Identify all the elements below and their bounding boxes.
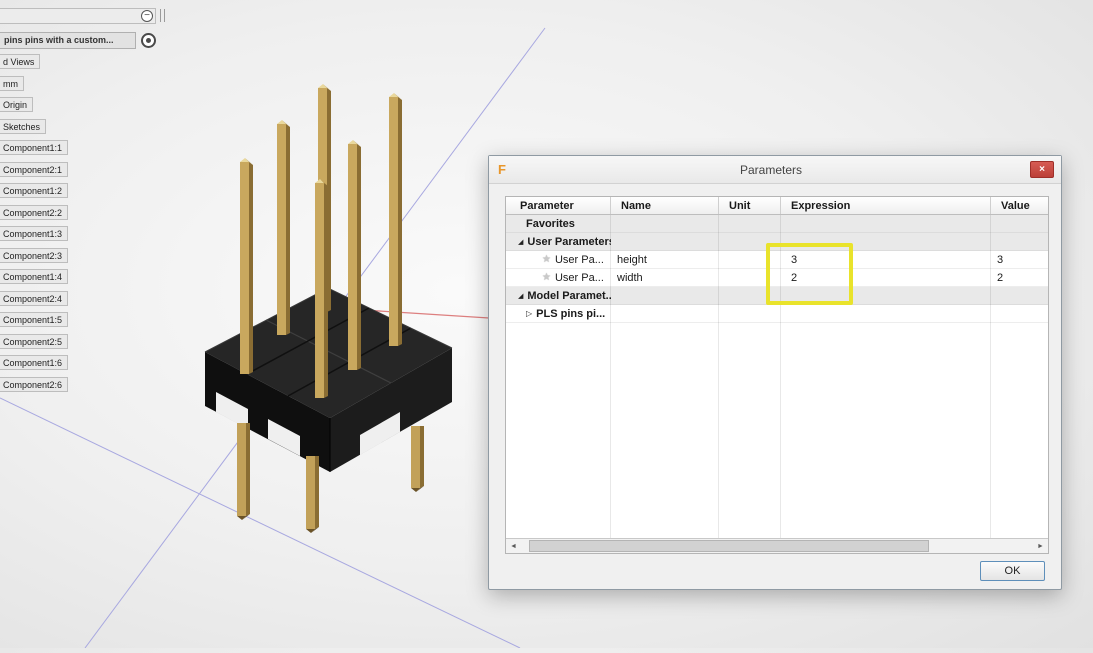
collapse-icon[interactable]: ▷ [526,309,532,318]
document-tab[interactable]: pins pins with a custom... [0,32,136,49]
browser-item[interactable]: Component1:2 [0,183,69,198]
browser-item[interactable]: Component1:3 [0,226,69,241]
browser-tree: d Views mm Origin Sketches Component1:1 … [0,54,69,392]
favorite-star-icon[interactable]: ★ [542,272,551,283]
name-cell[interactable]: width [611,269,719,286]
browser-item[interactable]: Component1:6 [0,355,69,370]
browser-item[interactable]: Component2:2 [0,204,69,220]
browser-item[interactable]: Component2:6 [0,376,69,392]
browser-item[interactable]: Sketches [0,118,47,134]
table-row-pls[interactable]: ▷ PLS pins pi... [506,305,1048,323]
scrollbar-track[interactable] [521,539,1033,553]
radio-dot [146,38,151,43]
scroll-left-icon[interactable]: ◄ [506,539,521,553]
favorite-star-icon[interactable]: ★ [542,254,551,265]
browser-item[interactable]: Component1:1 [0,140,69,155]
parameters-dialog: F Parameters × Parameter Name Unit Expre… [488,155,1062,590]
table-row-user-parameters[interactable]: ◢ User Parameters + [506,233,1048,251]
table-body: Favorites ◢ User Parameters + ★ User Pa.… [506,215,1048,538]
collapse-browser-icon[interactable]: − [141,10,153,22]
panel-divider [160,9,165,22]
value-cell: 3 [997,253,1004,266]
fusion-logo-icon: F [498,162,506,177]
scrollbar-thumb[interactable] [529,540,929,552]
user-parameters-label: User Parameters [527,235,611,248]
parameter-cell: User Pa... [554,271,604,284]
favorites-label: Favorites [526,217,575,230]
expression-cell[interactable]: 3 [781,251,991,268]
browser-item[interactable]: Component2:5 [0,333,69,349]
table-row-favorites[interactable]: Favorites [506,215,1048,233]
expression-cell[interactable]: 2 [781,269,991,286]
expand-icon[interactable]: ◢ [518,238,523,246]
dialog-titlebar[interactable]: F Parameters × [489,156,1061,184]
close-icon: × [1039,163,1045,175]
ok-button[interactable]: OK [980,561,1045,581]
table-row-model-parameters[interactable]: ◢ Model Paramet... [506,287,1048,305]
model-parameters-label: Model Paramet... [527,289,611,302]
horizontal-scrollbar[interactable]: ◄ ► [506,538,1048,553]
close-button[interactable]: × [1030,161,1054,178]
table-header: Parameter Name Unit Expression Value [506,197,1048,215]
unit-cell[interactable] [719,269,781,286]
column-header-expression[interactable]: Expression [781,197,991,214]
column-header-value[interactable]: Value [991,197,1048,214]
table-row-height[interactable]: ★ User Pa... height 3 3 [506,251,1048,269]
scroll-right-icon[interactable]: ► [1033,539,1048,553]
browser-header[interactable]: − [0,8,156,24]
pin-header-model[interactable] [204,84,453,533]
browser-item[interactable]: Origin [0,97,34,112]
column-header-name[interactable]: Name [611,197,719,214]
pls-label: PLS pins pi... [536,307,606,320]
column-header-unit[interactable]: Unit [719,197,781,214]
browser-item[interactable]: Component1:4 [0,269,69,284]
unit-cell[interactable] [719,251,781,268]
browser-item[interactable]: Component2:3 [0,247,69,263]
browser-item[interactable]: Component2:4 [0,290,69,306]
browser-item[interactable]: Component1:5 [0,312,69,327]
minus-glyph: − [144,10,150,21]
document-active-icon[interactable] [141,33,156,48]
parameters-table: Parameter Name Unit Expression Value Fav… [505,196,1049,554]
column-header-parameter[interactable]: Parameter [506,197,611,214]
value-cell: 2 [997,271,1004,284]
table-row-width[interactable]: ★ User Pa... width 2 2 [506,269,1048,287]
browser-item[interactable]: d Views [0,54,41,69]
browser-item[interactable]: Component2:1 [0,161,69,177]
name-cell[interactable]: height [611,251,719,268]
browser-item[interactable]: mm [0,75,24,91]
parameter-cell: User Pa... [554,253,604,266]
dialog-title: Parameters [739,162,803,177]
expand-icon[interactable]: ◢ [518,292,523,300]
